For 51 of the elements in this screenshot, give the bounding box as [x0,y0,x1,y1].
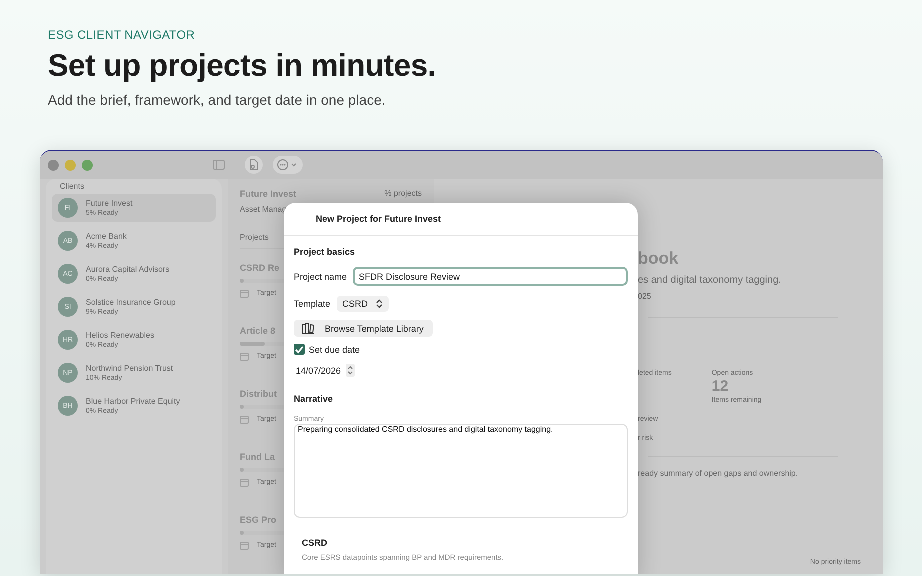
section-heading: Project basics [294,247,356,257]
stepper-icon[interactable] [346,364,356,377]
calendar-icon [240,541,249,550]
ellipsis-icon [277,159,299,171]
project-count: % projects [384,189,422,199]
eyebrow-label: ESG CLIENT NAVIGATOR [48,28,196,42]
project-title: ESG Pro [240,515,277,525]
report-description: ready summary of open gaps and ownership. [638,469,800,478]
project-title: CSRD Re [240,263,280,273]
framework-name: CSRD [302,538,329,548]
stat-value: 12 [712,378,730,395]
client-title: Future Invest [240,189,297,199]
document-icon [249,159,259,171]
updown-chevron-icon [376,299,384,309]
project-date: 025 [638,292,652,301]
client-name: Helios Renewables [86,331,154,340]
books-icon [302,323,315,334]
checkbox-label: Set due date [309,344,360,354]
project-title: book [638,249,680,269]
calendar-icon [240,289,249,298]
section-heading: Narrative [294,394,334,404]
hero-title: Set up projects in minutes. [48,48,438,84]
client-name: Acme Bank [86,232,127,241]
document-button[interactable] [245,156,263,174]
browse-library-button[interactable]: Browse Template Library [294,320,433,337]
due-date-checkbox[interactable] [294,344,305,355]
client-name: Blue Harbor Private Equity [86,397,180,406]
more-menu-button[interactable] [273,156,303,174]
client-name: Aurora Capital Advisors [86,265,170,274]
sidebar-toggle-icon[interactable] [213,160,225,170]
client-name: Solstice Insurance Group [86,298,176,307]
client-name: Future Invest [86,199,133,208]
close-button[interactable] [48,160,59,170]
field-label: Project name [294,272,348,282]
calendar-icon [240,415,249,424]
project-summary: es and digital taxonomy tagging. [638,275,782,286]
project-title: Distribut [240,389,277,399]
calendar-icon [240,352,249,361]
calendar-icon [240,478,249,487]
template-select[interactable]: CSRD [336,296,390,312]
field-label: Template [294,299,331,309]
date-field[interactable]: 14/07/2026 [294,366,342,376]
project-title: Fund La [240,452,275,462]
hero-subtitle: Add the brief, framework, and target date in one place. [48,92,387,108]
summary-field[interactable]: Preparing consolidated CSRD disclosures and digital taxonomy tagging. [294,424,628,518]
project-title: Article 8 [240,326,276,336]
client-name: Northwind Pension Trust [86,364,174,373]
project-name-field[interactable]: SFDR Disclosure Review [353,267,628,286]
zoom-button[interactable] [82,160,93,170]
sidebar-heading: Clients [60,182,86,191]
minimize-button[interactable] [65,160,76,170]
